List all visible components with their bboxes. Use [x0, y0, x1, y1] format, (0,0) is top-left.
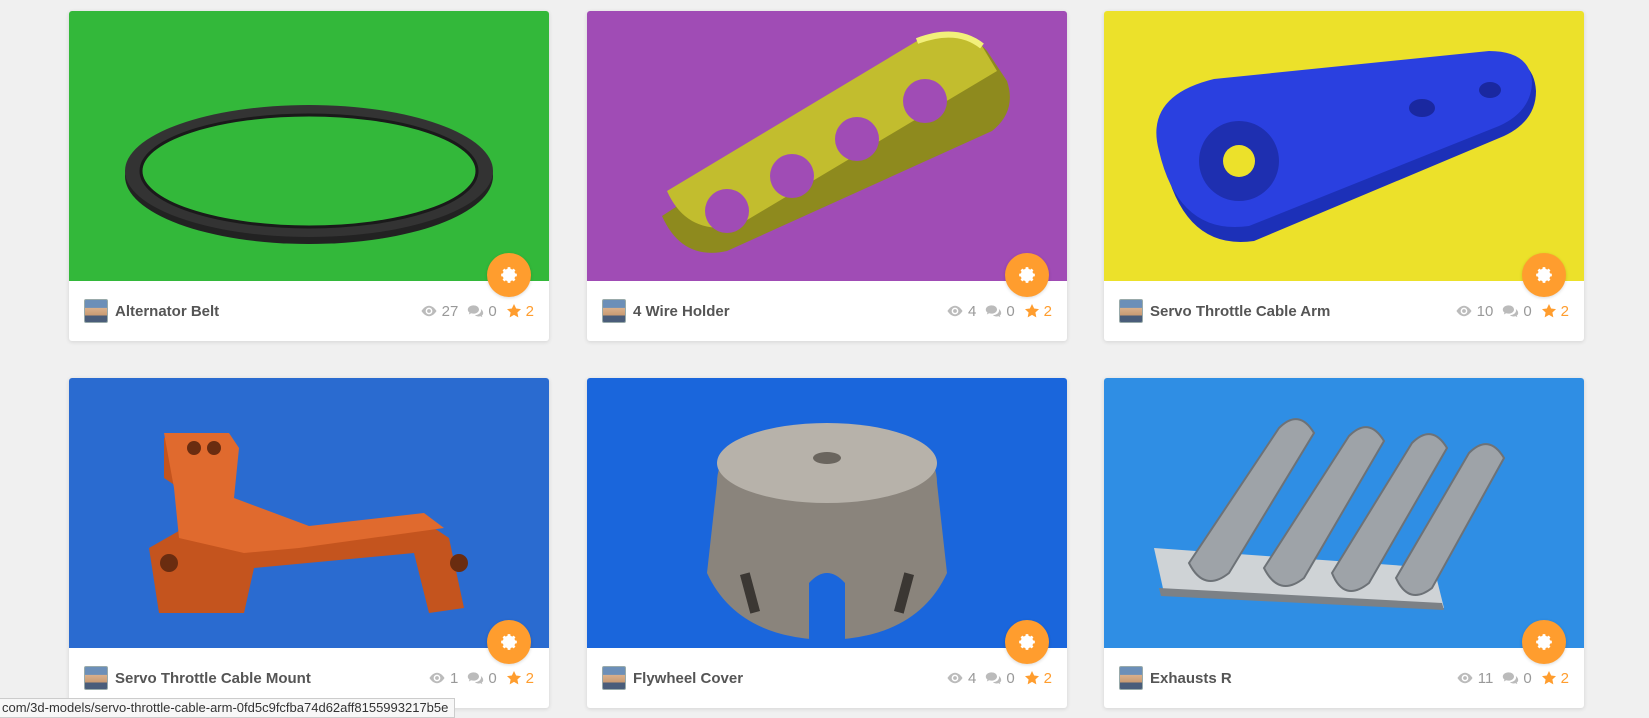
views-count: 1 — [449, 669, 459, 687]
comments-stat: 0 — [467, 669, 497, 687]
likes-count: 2 — [1043, 669, 1052, 687]
model-thumbnail[interactable] — [1104, 378, 1584, 648]
views-stat: 4 — [946, 670, 976, 687]
comment-icon — [1502, 304, 1519, 318]
model-card[interactable]: Servo Throttle Cable Mount 1 0 2 — [69, 378, 549, 708]
model-thumbnail[interactable] — [69, 378, 549, 648]
comments-stat: 0 — [985, 669, 1015, 687]
wire-holder-image — [662, 31, 1010, 253]
status-bar-url: com/3d-models/servo-throttle-cable-arm-0… — [0, 698, 456, 718]
likes-count: 2 — [1560, 302, 1569, 320]
model-thumbnail[interactable] — [69, 11, 549, 281]
card-footer: 4 Wire Holder 4 0 2 — [587, 281, 1067, 341]
comments-count: 0 — [1006, 302, 1015, 320]
comment-icon — [985, 304, 1002, 318]
likes-count: 2 — [1043, 302, 1052, 320]
exhausts-image — [1154, 418, 1506, 610]
model-card[interactable]: Exhausts R 11 0 2 — [1104, 378, 1584, 708]
views-stat: 11 — [1456, 669, 1494, 687]
model-thumbnail[interactable] — [587, 378, 1067, 648]
model-stats: 4 0 2 — [937, 670, 1052, 687]
star-icon — [1541, 303, 1557, 319]
views-count: 10 — [1476, 302, 1494, 320]
card-footer: Alternator Belt 27 0 2 — [69, 281, 549, 341]
model-card[interactable]: 4 Wire Holder 4 0 2 — [587, 11, 1067, 341]
views-count: 27 — [441, 302, 459, 320]
comment-icon — [467, 304, 484, 318]
comments-count: 0 — [488, 302, 497, 320]
avatar[interactable] — [602, 666, 626, 690]
likes-stat[interactable]: 2 — [506, 670, 534, 687]
likes-stat[interactable]: 2 — [1541, 670, 1569, 687]
views-stat: 4 — [946, 303, 976, 320]
views-count: 4 — [967, 302, 977, 320]
model-stats: 4 0 2 — [937, 303, 1052, 320]
star-icon — [506, 303, 522, 319]
model-thumbnail[interactable] — [587, 11, 1067, 281]
likes-stat[interactable]: 2 — [506, 303, 534, 320]
star-icon — [1024, 303, 1040, 319]
avatar[interactable] — [1119, 666, 1143, 690]
model-title[interactable]: Exhausts R — [1150, 670, 1447, 687]
likes-count: 2 — [525, 669, 534, 687]
comments-stat: 0 — [985, 302, 1015, 320]
eye-icon — [1455, 305, 1473, 317]
model-title[interactable]: Servo Throttle Cable Arm — [1150, 303, 1446, 320]
model-title[interactable]: Flywheel Cover — [633, 670, 937, 687]
model-card[interactable]: Alternator Belt 27 0 2 — [69, 11, 549, 341]
eye-icon — [420, 305, 438, 317]
card-footer: Flywheel Cover 4 0 2 — [587, 648, 1067, 708]
star-icon — [1541, 670, 1557, 686]
avatar[interactable] — [1119, 299, 1143, 323]
eye-icon — [946, 305, 964, 317]
flywheel-cover-image — [707, 423, 947, 640]
model-thumbnail[interactable] — [1104, 11, 1584, 281]
model-stats: 27 0 2 — [411, 303, 534, 320]
likes-count: 2 — [525, 302, 534, 320]
model-stats: 10 0 2 — [1446, 303, 1569, 320]
comments-count: 0 — [1523, 302, 1532, 320]
views-stat: 27 — [420, 302, 459, 320]
alternator-belt-image — [125, 105, 493, 244]
model-card[interactable]: Flywheel Cover 4 0 2 — [587, 378, 1067, 708]
views-stat: 1 — [428, 670, 458, 687]
views-count: 11 — [1477, 669, 1494, 687]
comments-count: 0 — [1006, 669, 1015, 687]
likes-stat[interactable]: 2 — [1541, 303, 1569, 320]
comments-stat: 0 — [1502, 669, 1532, 687]
likes-count: 2 — [1560, 669, 1569, 687]
model-card[interactable]: Servo Throttle Cable Arm 10 0 2 — [1104, 11, 1584, 341]
star-icon — [506, 670, 522, 686]
comments-count: 0 — [488, 669, 497, 687]
likes-stat[interactable]: 2 — [1024, 303, 1052, 320]
model-title[interactable]: 4 Wire Holder — [633, 303, 937, 320]
model-title[interactable]: Alternator Belt — [115, 303, 411, 320]
comments-stat: 0 — [1502, 302, 1532, 320]
avatar[interactable] — [602, 299, 626, 323]
servo-mount-image — [149, 433, 468, 613]
star-icon — [1024, 670, 1040, 686]
model-grid: Alternator Belt 27 0 2 4 Wire Holder 4 0… — [0, 0, 1649, 718]
avatar[interactable] — [84, 299, 108, 323]
card-footer: Exhausts R 11 0 2 — [1104, 648, 1584, 708]
views-stat: 10 — [1455, 302, 1494, 320]
comment-icon — [1502, 671, 1519, 685]
comments-stat: 0 — [467, 302, 497, 320]
views-count: 4 — [967, 669, 977, 687]
comment-icon — [467, 671, 484, 685]
card-footer: Servo Throttle Cable Arm 10 0 2 — [1104, 281, 1584, 341]
avatar[interactable] — [84, 666, 108, 690]
comment-icon — [985, 671, 1002, 685]
model-stats: 11 0 2 — [1447, 670, 1569, 687]
model-stats: 1 0 2 — [419, 670, 534, 687]
comments-count: 0 — [1523, 669, 1532, 687]
eye-icon — [946, 672, 964, 684]
model-title[interactable]: Servo Throttle Cable Mount — [115, 670, 419, 687]
likes-stat[interactable]: 2 — [1024, 670, 1052, 687]
servo-arm-image — [1156, 51, 1536, 242]
eye-icon — [1456, 672, 1474, 684]
eye-icon — [428, 672, 446, 684]
